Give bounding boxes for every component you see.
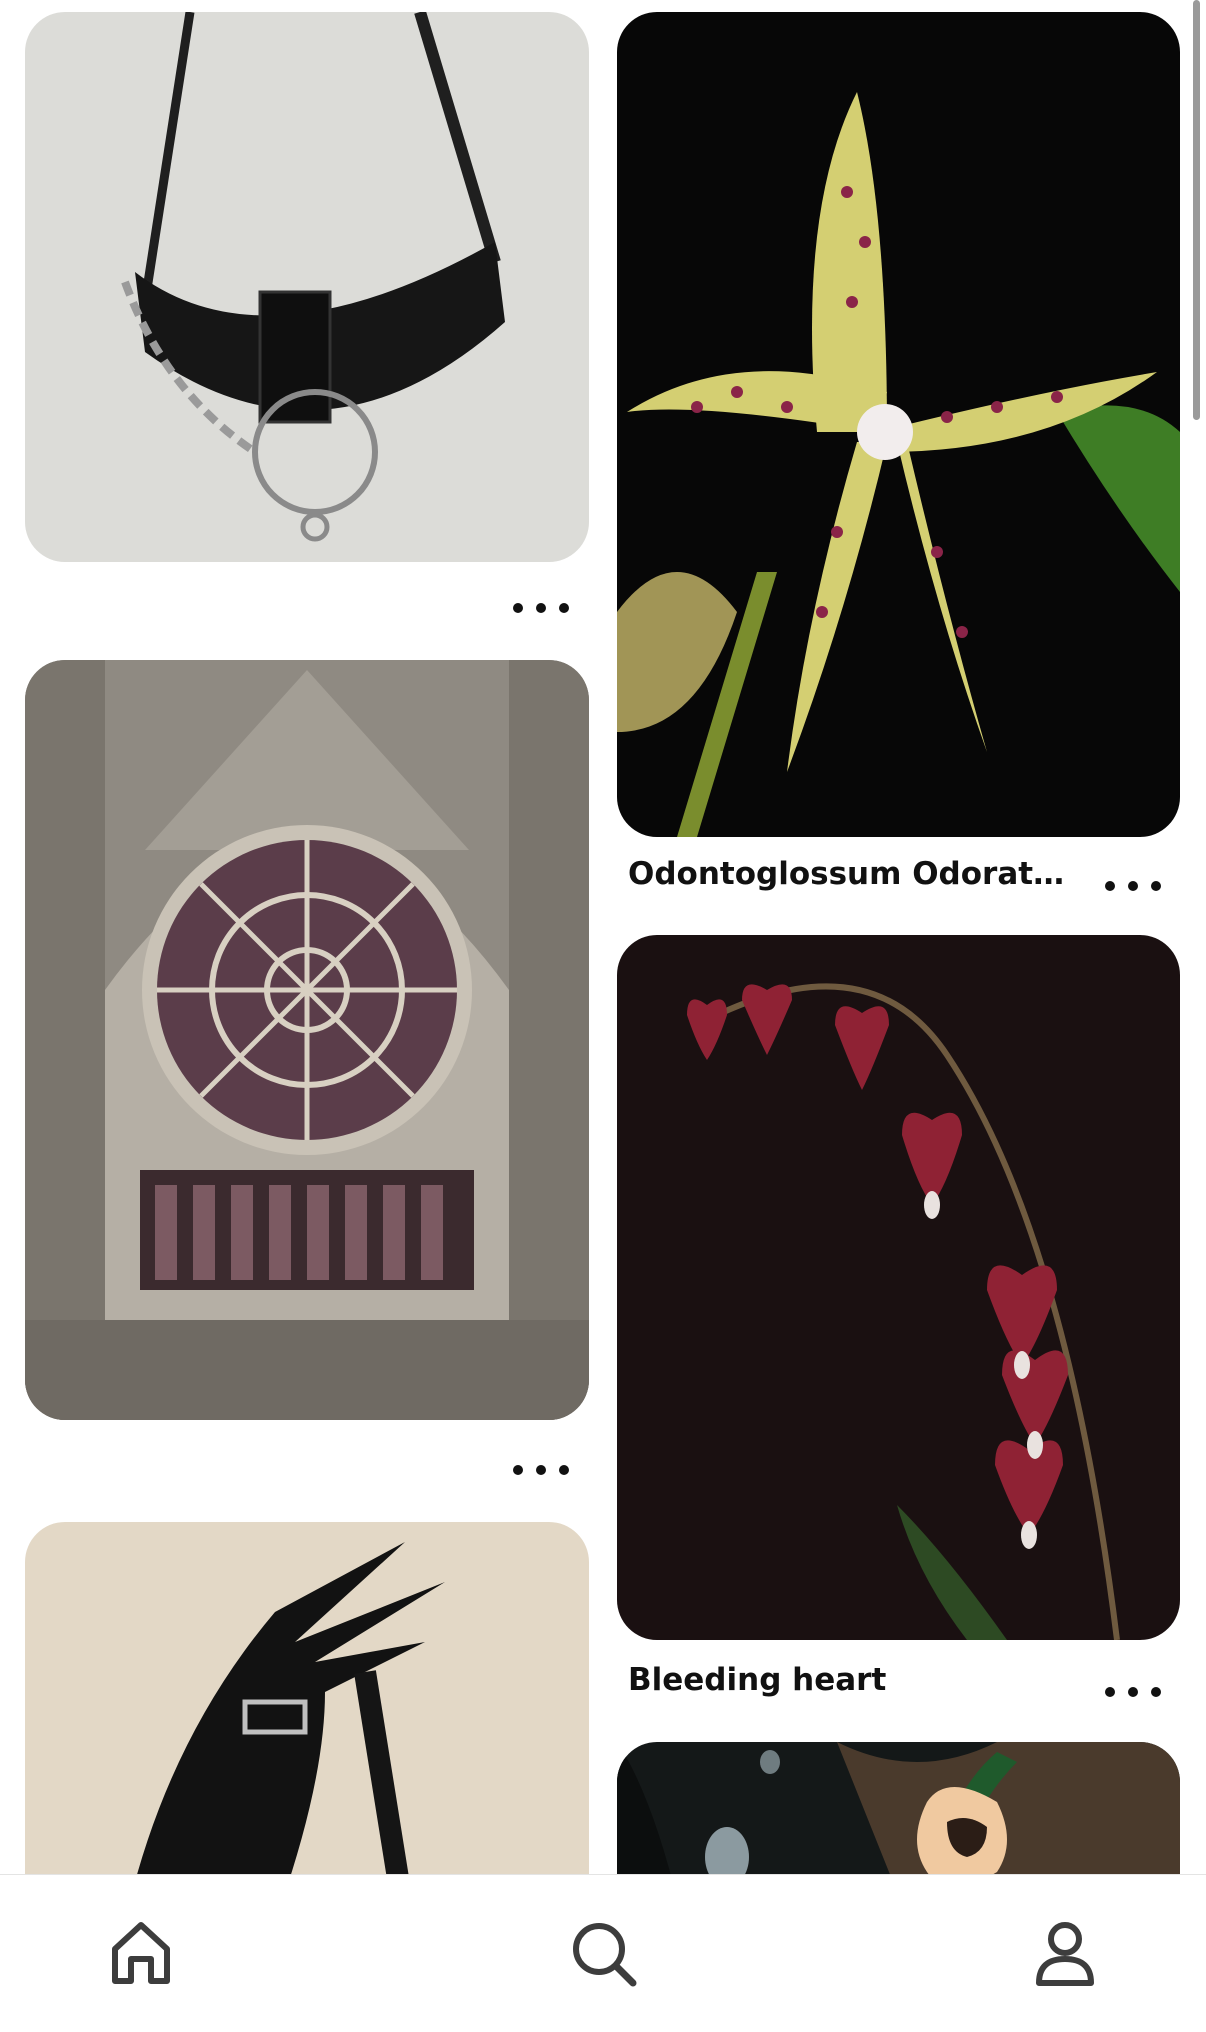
pin-image-orchid[interactable] bbox=[617, 12, 1180, 837]
pin-image-handbag[interactable] bbox=[25, 12, 589, 562]
more-options-button[interactable] bbox=[513, 598, 569, 618]
pin-title-bleeding-heart: Bleeding heart bbox=[628, 1662, 887, 1698]
pin-image-gloved-hand[interactable] bbox=[25, 1522, 589, 1922]
pin-image-cathedral[interactable] bbox=[25, 660, 589, 1420]
nav-profile-button[interactable] bbox=[1025, 1913, 1105, 1993]
more-options-button[interactable] bbox=[513, 1460, 569, 1480]
scrollbar[interactable] bbox=[1193, 0, 1200, 420]
bottom-navigation-bar bbox=[0, 1874, 1206, 2032]
more-options-button[interactable] bbox=[1105, 876, 1161, 896]
pin-image-bleeding-heart[interactable] bbox=[617, 935, 1180, 1640]
profile-icon bbox=[1036, 1922, 1094, 1986]
nav-search-button[interactable] bbox=[563, 1913, 643, 1993]
pin-title-orchid: Odontoglossum Odoratu... bbox=[628, 856, 1078, 892]
nav-home-button[interactable] bbox=[101, 1913, 181, 1993]
more-options-button[interactable] bbox=[1105, 1682, 1161, 1702]
search-icon bbox=[573, 1923, 637, 1987]
home-icon bbox=[112, 1922, 170, 1984]
